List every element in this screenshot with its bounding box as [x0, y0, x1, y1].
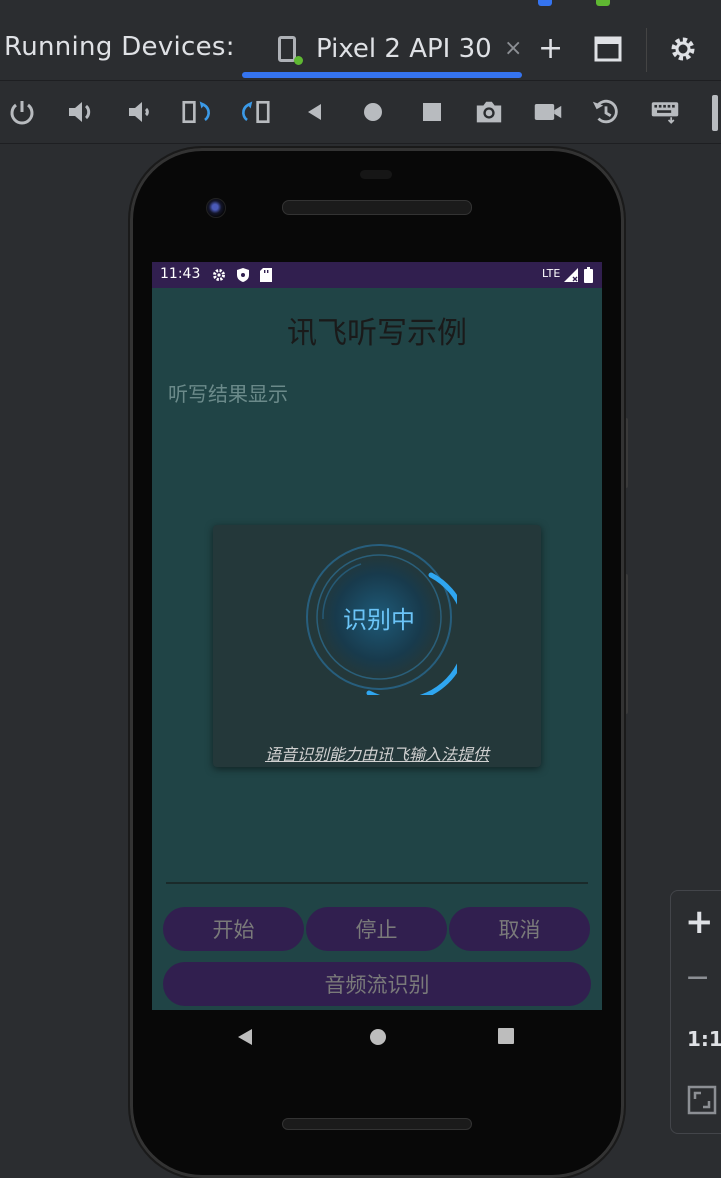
running-devices-tab-bar: Running Devices: Pixel 2 API 30 × +: [0, 18, 721, 81]
emulator-toolbar: [0, 81, 721, 144]
close-tab-icon[interactable]: ×: [504, 36, 522, 61]
power-icon[interactable]: [7, 97, 37, 127]
provider-credit-link[interactable]: 语音识别能力由讯飞输入法提供: [213, 741, 541, 765]
recognition-status: 识别中: [343, 605, 415, 634]
more-indicator: [712, 95, 718, 131]
nav-back-icon[interactable]: [236, 1028, 254, 1050]
sd-card-icon: [260, 268, 272, 286]
device-tab-label: Pixel 2 API 30: [316, 34, 492, 64]
partial-icon: [538, 0, 552, 6]
zoom-controls: + − 1:1: [670, 890, 721, 1134]
rotate-right-icon[interactable]: [240, 97, 270, 127]
front-camera-icon: [206, 198, 226, 218]
android-nav-bar: [152, 1010, 602, 1066]
settings-gear-icon: [212, 268, 226, 286]
volume-up-icon[interactable]: [66, 97, 96, 127]
running-devices-label: Running Devices:: [4, 32, 235, 62]
active-tab-indicator: [242, 72, 522, 78]
cancel-button[interactable]: 取消: [449, 907, 590, 951]
android-status-bar: 11:43 LTE: [152, 262, 602, 288]
back-icon[interactable]: [300, 97, 330, 127]
audio-stream-button[interactable]: 音频流识别: [163, 962, 591, 1006]
network-type: LTE: [542, 267, 561, 280]
signal-icon: [564, 268, 578, 286]
zoom-out-button[interactable]: −: [685, 963, 710, 993]
stop-button[interactable]: 停止: [306, 907, 447, 951]
recognition-progress-ring: 识别中: [301, 539, 470, 704]
top-strip: [0, 0, 721, 19]
earpiece: [360, 170, 392, 179]
zoom-in-button[interactable]: +: [685, 905, 714, 939]
status-time: 11:43: [160, 266, 201, 282]
battery-icon: [584, 267, 593, 287]
result-text[interactable]: 听写结果显示: [168, 378, 288, 407]
fit-screen-icon[interactable]: [687, 1085, 717, 1119]
screen-record-icon[interactable]: [533, 97, 563, 127]
app-title: 讯飞听写示例: [287, 316, 467, 351]
nav-overview-icon[interactable]: [498, 1028, 514, 1048]
settings-gear-icon[interactable]: [668, 34, 698, 70]
add-device-button[interactable]: +: [538, 34, 563, 64]
home-icon[interactable]: [358, 97, 388, 127]
recognition-dialog: 识别中 语音识别能力由讯飞输入法提供: [213, 525, 541, 767]
overview-icon[interactable]: [417, 97, 447, 127]
snapshot-icon[interactable]: [591, 97, 621, 127]
device-online-indicator: [294, 56, 303, 65]
bottom-speaker: [282, 1118, 472, 1130]
rotate-left-icon[interactable]: [182, 97, 212, 127]
volume-down-icon[interactable]: [124, 97, 154, 127]
nav-home-icon[interactable]: [369, 1028, 387, 1050]
keyboard-icon[interactable]: [650, 97, 680, 127]
device-screen: 11:43 LTE 讯飞听写示例 听写结果显示 识别中 语音识别能力由讯飞输入法…: [152, 262, 602, 1010]
window-mode-button[interactable]: [594, 36, 622, 68]
partial-icon: [596, 0, 610, 6]
actual-size-button[interactable]: 1:1: [687, 1027, 721, 1051]
shield-icon: [236, 267, 250, 287]
screenshot-icon[interactable]: [474, 97, 504, 127]
tab-pixel-2-api-30[interactable]: Pixel 2 API 30 ×: [242, 26, 522, 78]
text-field-underline: [166, 882, 588, 884]
top-speaker: [282, 200, 472, 215]
start-button[interactable]: 开始: [163, 907, 304, 951]
divider: [646, 28, 647, 72]
